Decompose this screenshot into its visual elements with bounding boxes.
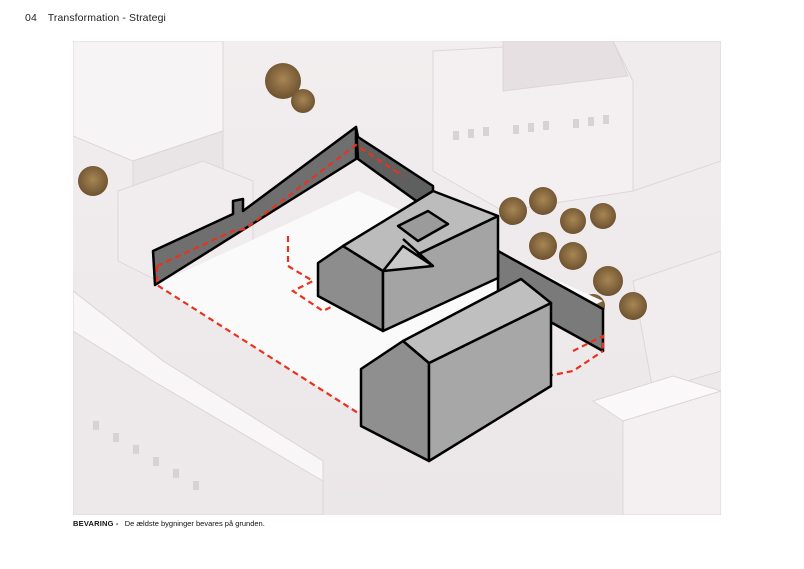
- figure-caption: BEVARING - De ældste bygninger bevares p…: [73, 519, 265, 528]
- page-header: 04 Transformation - Strategi: [25, 12, 166, 24]
- axonometric-illustration: [73, 41, 721, 515]
- caption-label: BEVARING -: [73, 519, 119, 528]
- page-title: Transformation - Strategi: [47, 12, 166, 24]
- page-number: 04: [25, 12, 37, 24]
- caption-text: De ældste bygninger bevares på grunden.: [124, 519, 265, 528]
